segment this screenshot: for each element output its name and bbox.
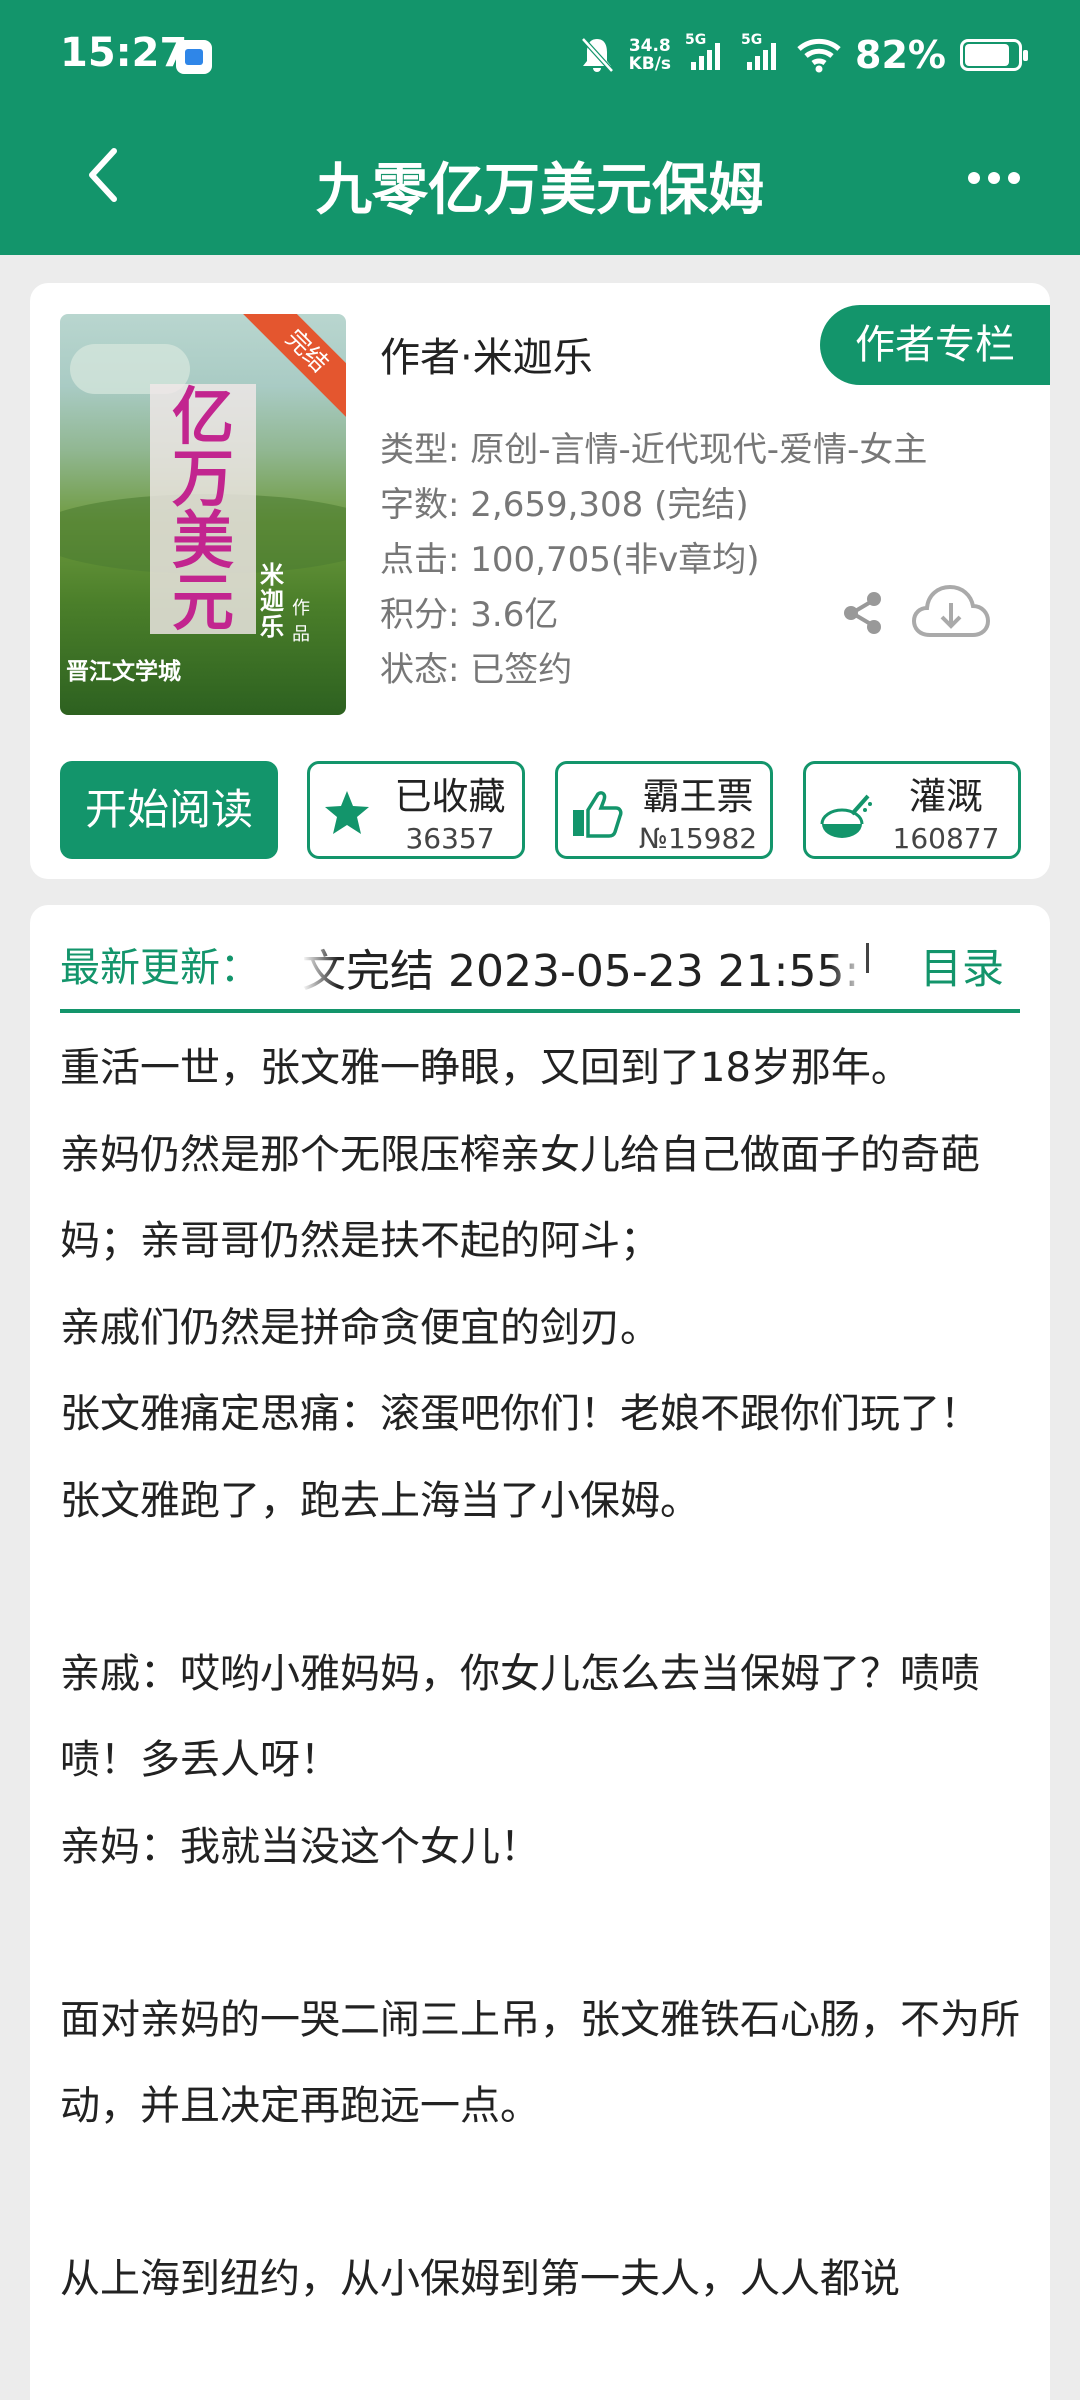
wifi-icon bbox=[797, 38, 841, 73]
cover-title: 亿 万 美 元 bbox=[171, 380, 234, 639]
desc-paragraph: 从上海到纽约，从小保姆到第一夫人，人人都说 bbox=[60, 2256, 900, 2302]
desc-paragraph: 张文雅痛定思痛：滚蛋吧你们！老娘不跟你们玩了！ bbox=[60, 1391, 980, 1437]
book-cover[interactable]: 亿 万 美 元 米迦乐 作品 晋江文学城 完结 bbox=[60, 314, 346, 715]
book-info-card: 亿 万 美 元 米迦乐 作品 晋江文学城 完结 作者专栏 作者·米迦乐 类型: … bbox=[30, 283, 1050, 879]
text-cursor bbox=[866, 943, 869, 973]
desc-paragraph: 面对亲妈的一哭二闹三上吊，张文雅铁石心肠，不为所动，并且决定再跑远一点。 bbox=[60, 1996, 1020, 2130]
book-description: 重活一世，张文雅一睁眼，又回到了18岁那年。 亲妈仍然是那个无限压榨亲女儿给自己… bbox=[60, 1025, 1035, 2323]
desc-paragraph: 张文雅跑了，跑去上海当了小保姆。 bbox=[60, 1477, 700, 1524]
more-dots-icon[interactable] bbox=[968, 172, 1020, 184]
desc-paragraph: 亲妈仍然是那个无限压榨亲女儿给自己做面子的奇葩妈；亲哥哥仍然是扶不起的阿斗； bbox=[60, 1131, 980, 1265]
vote-ticket-button[interactable]: 霸王票 №15982 bbox=[555, 761, 773, 859]
synopsis-card: 最新更新： 文完结 2023-05-23 21:55: 目录 重活一世，张文雅一… bbox=[30, 905, 1050, 2400]
page-title: 九零亿万美元保姆 bbox=[316, 158, 764, 223]
desc-paragraph: 亲妈：我就当没这个女儿！ bbox=[60, 1823, 540, 1870]
meta-clicks: 点击: 100,705(非v章均) bbox=[380, 540, 760, 580]
top-app-bar: 15:27 34.8 KB/s 5G 5G 82% 九零亿万美元保姆 bbox=[0, 0, 1080, 255]
author-name[interactable]: 作者·米迦乐 bbox=[380, 325, 593, 383]
start-reading-button[interactable]: 开始阅读 bbox=[60, 761, 278, 859]
cover-works-label: 作品 bbox=[292, 598, 310, 645]
status-time: 15:27 bbox=[60, 30, 188, 76]
battery-icon bbox=[960, 39, 1028, 71]
water-button[interactable]: 灌溉 160877 bbox=[803, 761, 1021, 859]
star-icon bbox=[325, 791, 369, 834]
desc-paragraph bbox=[60, 2150, 1035, 2237]
latest-update-ticker[interactable]: 文完结 2023-05-23 21:55: bbox=[302, 935, 866, 999]
status-bar: 15:27 34.8 KB/s 5G 5G 82% bbox=[0, 0, 1080, 110]
signal-sim2-icon: 5G bbox=[741, 32, 783, 70]
status-indicators: 34.8 KB/s 5G 5G 82% bbox=[579, 30, 1028, 80]
author-column-button[interactable]: 作者专栏 bbox=[820, 305, 1050, 385]
network-speed: 34.8 KB/s bbox=[628, 36, 672, 74]
desc-paragraph bbox=[60, 1544, 1035, 1631]
meta-genre: 类型: 原创-言情-近代现代-爱情-女主 bbox=[380, 430, 928, 470]
meta-word-count: 字数: 2,659,308 (完结) bbox=[380, 485, 749, 525]
meta-status: 状态: 已签约 bbox=[380, 650, 573, 690]
desc-paragraph: 亲戚们仍然是拼命贪便宜的剑刃。 bbox=[60, 1304, 660, 1351]
table-of-contents-link[interactable]: 目录 bbox=[920, 935, 1004, 996]
divider bbox=[60, 1009, 1020, 1013]
cover-publisher: 晋江文学城 bbox=[66, 659, 181, 685]
cloud-download-icon[interactable] bbox=[910, 583, 992, 643]
app-notification-icon bbox=[176, 40, 212, 74]
desc-paragraph: 重活一世，张文雅一睁眼，又回到了18岁那年。 bbox=[60, 1045, 911, 1091]
signal-sim1-icon: 5G bbox=[685, 32, 727, 70]
desc-paragraph: 亲戚：哎哟小雅妈妈，你女儿怎么去当保姆了？啧啧啧！多丢人呀！ bbox=[60, 1650, 980, 1784]
book-meta: 类型: 原创-言情-近代现代-爱情-女主 字数: 2,659,308 (完结) … bbox=[380, 423, 927, 698]
latest-update-label: 最新更新： bbox=[60, 945, 260, 991]
battery-percent: 82% bbox=[855, 33, 946, 77]
favorite-button[interactable]: 已收藏 36357 bbox=[307, 761, 525, 859]
desc-paragraph bbox=[60, 1890, 1035, 1977]
thumbs-up-icon bbox=[573, 791, 623, 838]
watering-icon bbox=[820, 794, 872, 838]
share-icon[interactable] bbox=[838, 588, 888, 638]
mute-bell-icon bbox=[580, 37, 614, 73]
completed-ribbon: 完结 bbox=[240, 314, 346, 418]
